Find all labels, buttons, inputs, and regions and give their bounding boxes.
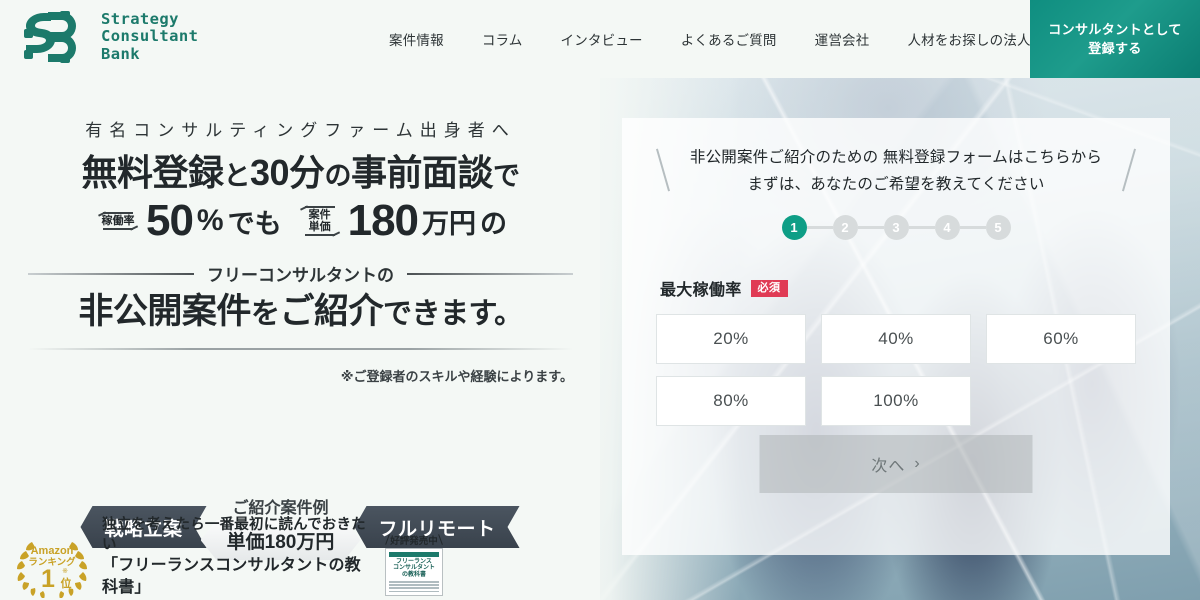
site-logo[interactable]: Strategy Consultant Bank bbox=[18, 9, 198, 65]
caption-slash-right-icon bbox=[437, 534, 443, 545]
svg-text:※: ※ bbox=[62, 568, 68, 575]
headline-1-part-a: 無料登録 bbox=[81, 152, 224, 193]
headline-2-part-c: ご紹介 bbox=[279, 292, 383, 331]
svg-text:Amazon: Amazon bbox=[31, 545, 74, 557]
scb-monogram-icon bbox=[24, 11, 76, 63]
book-cover-thumbnail: フリーランス コンサルタント の教科書 bbox=[385, 547, 443, 596]
page-root: Strategy Consultant Bank 案件情報 コラム インタビュー… bbox=[0, 0, 1200, 600]
main-navigation: 案件情報 コラム インタビュー よくあるご質問 運営会社 人材をお探しの法人様 bbox=[370, 29, 1063, 49]
headline-1-part-c: 30分 bbox=[249, 152, 325, 193]
unit-price-suffix: の bbox=[480, 208, 508, 239]
amazon-text-line-1: 独立を考えたら一番最初に読んでおきたい bbox=[102, 517, 366, 553]
cta-line-1: コンサルタントとして bbox=[1048, 22, 1182, 37]
option-80[interactable]: 80% bbox=[656, 376, 806, 426]
utilization-rate-chip: 稼働率 bbox=[94, 212, 142, 230]
chevron-right-icon: › bbox=[914, 455, 921, 472]
unit-price-chip-line-1: 案件 bbox=[308, 209, 331, 221]
step-1[interactable]: 1 bbox=[781, 215, 807, 240]
step-connector-3 bbox=[908, 226, 935, 229]
headline-2-part-d: できます。 bbox=[382, 298, 523, 330]
book-on-sale-caption: 好評発売中 bbox=[378, 533, 450, 547]
book-cover-title-2: コンサルタント bbox=[392, 565, 435, 571]
registration-form-panel: 非公開案件ご紹介のための 無料登録フォームはこちらから まずは、あなたのご希望を… bbox=[622, 118, 1170, 555]
divider-rule-left bbox=[28, 272, 194, 275]
unit-price-chip-line-2: 単価 bbox=[308, 221, 331, 233]
hero-stats-row: 稼働率 50 % でも 案件 単価 180 万円 の bbox=[28, 196, 573, 246]
hero-section: 有名コンサルティングファーム出身者へ 無料登録と30分の事前面談で 稼働率 50… bbox=[0, 78, 600, 528]
headline-2-part-b: を bbox=[250, 298, 280, 330]
header-register-cta-button[interactable]: コンサルタントとして 登録する bbox=[1030, 0, 1200, 78]
max-utilization-field-label: 最大稼働率 必須 bbox=[660, 276, 1144, 300]
amazon-text-block: 独立を考えたら一番最初に読んでおきたい 「フリーランスコンサルタントの教科書」 … bbox=[102, 515, 370, 600]
utilization-suffix: でも bbox=[227, 208, 282, 239]
cta-line-2: 登録する bbox=[1088, 41, 1142, 56]
logo-line-2: Consultant bbox=[101, 27, 199, 46]
hero-headline-2: 非公開案件をご紹介できます。 bbox=[18, 283, 583, 334]
step-4[interactable]: 4 bbox=[934, 215, 960, 240]
amazon-ranking-strip: Amazon ランキング 1 位 ※ 独立を考えたら一番最初に読んでおきたい 「… bbox=[10, 517, 450, 600]
nav-item-interview[interactable]: インタビュー bbox=[542, 29, 662, 49]
svg-text:1: 1 bbox=[41, 565, 55, 593]
heading-slash-right-icon bbox=[1121, 148, 1137, 192]
next-step-button[interactable]: 次へ › bbox=[759, 435, 1033, 493]
unit-price-unit: 万円 bbox=[422, 208, 477, 239]
utilization-chip-label: 稼働率 bbox=[101, 215, 135, 227]
laurel-wreath-icon: Amazon ランキング 1 位 ※ bbox=[17, 542, 87, 598]
headline-2-part-a: 非公開案件 bbox=[78, 292, 251, 331]
book-cover-title-3: の教科書 bbox=[401, 571, 426, 578]
step-connector-2 bbox=[857, 226, 884, 229]
option-20[interactable]: 20% bbox=[656, 314, 806, 364]
required-badge: 必須 bbox=[750, 279, 788, 297]
field-label-text: 最大稼働率 bbox=[660, 282, 742, 299]
nav-item-company[interactable]: 運営会社 bbox=[796, 29, 889, 49]
hero-eyebrow: 有名コンサルティングファーム出身者へ bbox=[85, 121, 516, 140]
nav-item-cases[interactable]: 案件情報 bbox=[370, 29, 463, 49]
utilization-value: 50 bbox=[145, 196, 194, 245]
form-heading-line-1: 非公開案件ご紹介のための 無料登録フォームはこちらから bbox=[689, 149, 1103, 166]
nav-item-faq[interactable]: よくあるご質問 bbox=[662, 29, 796, 49]
step-connector-4 bbox=[959, 226, 986, 229]
heading-slash-left-icon bbox=[655, 148, 671, 192]
headline-1-part-b: と bbox=[223, 161, 250, 191]
option-100[interactable]: 100% bbox=[821, 376, 971, 426]
utilization-unit: % bbox=[196, 204, 224, 237]
form-heading-line-2: まずは、あなたのご希望を教えてください bbox=[747, 176, 1045, 193]
option-40[interactable]: 40% bbox=[821, 314, 971, 364]
option-60[interactable]: 60% bbox=[986, 314, 1136, 364]
nav-item-column[interactable]: コラム bbox=[463, 29, 542, 49]
book-thumbnail-block: 好評発売中 フリーランス コンサルタント の教科書 bbox=[378, 533, 450, 596]
divider-rule-right bbox=[407, 272, 573, 275]
hero-bottom-rule bbox=[28, 348, 573, 350]
logo-line-3: Bank bbox=[101, 44, 140, 63]
book-cover-textlines bbox=[389, 581, 439, 593]
site-header: Strategy Consultant Bank 案件情報 コラム インタビュー… bbox=[0, 0, 1200, 78]
hero-disclaimer-note: ※ご登録者のスキルや経験によります。 bbox=[340, 369, 573, 384]
step-5[interactable]: 5 bbox=[985, 215, 1011, 240]
hero-headline-1: 無料登録と30分の事前面談で bbox=[28, 144, 573, 196]
unit-price-chip: 案件 単価 bbox=[296, 206, 344, 236]
svg-text:位: 位 bbox=[61, 576, 72, 590]
next-button-label: 次へ bbox=[871, 458, 906, 475]
step-3[interactable]: 3 bbox=[883, 215, 909, 240]
form-heading: 非公開案件ご紹介のための 無料登録フォームはこちらから まずは、あなたのご希望を… bbox=[648, 144, 1144, 198]
form-step-indicator: 1 2 3 4 5 bbox=[648, 215, 1144, 240]
step-2[interactable]: 2 bbox=[832, 215, 858, 240]
headline-1-part-d: の bbox=[324, 161, 352, 191]
headline-1-part-f: で bbox=[493, 161, 520, 191]
step-connector-1 bbox=[806, 226, 833, 229]
amazon-text-line-2: 「フリーランスコンサルタントの教科書」 bbox=[102, 557, 361, 596]
book-cover-band bbox=[389, 551, 439, 557]
book-caption-text: 好評発売中 bbox=[390, 535, 438, 547]
unit-price-value: 180 bbox=[347, 196, 419, 245]
max-utilization-options: 20% 40% 60% 80% 100% bbox=[648, 314, 1144, 426]
logo-wordmark: Strategy Consultant Bank bbox=[101, 9, 199, 64]
headline-1-part-e: 事前面談 bbox=[351, 152, 494, 193]
logo-line-1: Strategy bbox=[101, 9, 179, 28]
